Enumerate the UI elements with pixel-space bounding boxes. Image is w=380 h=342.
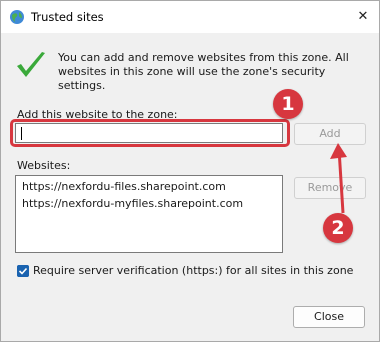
websites-list[interactable]: https://nexfordu-files.sharepoint.com ht… (15, 175, 283, 253)
step-badge-2: 2 (323, 213, 353, 243)
globe-icon (10, 10, 24, 24)
intro-text: You can add and remove websites from thi… (58, 51, 349, 92)
annotation-arrow (330, 143, 347, 214)
green-check-icon (17, 52, 45, 77)
input-highlight (10, 119, 290, 147)
window-title: Trusted sites (31, 10, 104, 24)
close-icon[interactable]: ✕ (353, 7, 373, 27)
close-button[interactable]: Close (293, 306, 365, 328)
step-badge-1: 1 (273, 89, 303, 119)
verification-label[interactable]: Require server verification (https:) for… (33, 264, 353, 277)
title-bar: Trusted sites ✕ (1, 1, 379, 33)
verification-checkbox[interactable] (17, 265, 29, 277)
trusted-sites-dialog: Trusted sites ✕ You can add and remove w… (0, 0, 380, 342)
list-item[interactable]: https://nexfordu-myfiles.sharepoint.com (22, 197, 243, 210)
websites-label: Websites: (17, 159, 71, 172)
list-item[interactable]: https://nexfordu-files.sharepoint.com (22, 180, 226, 193)
